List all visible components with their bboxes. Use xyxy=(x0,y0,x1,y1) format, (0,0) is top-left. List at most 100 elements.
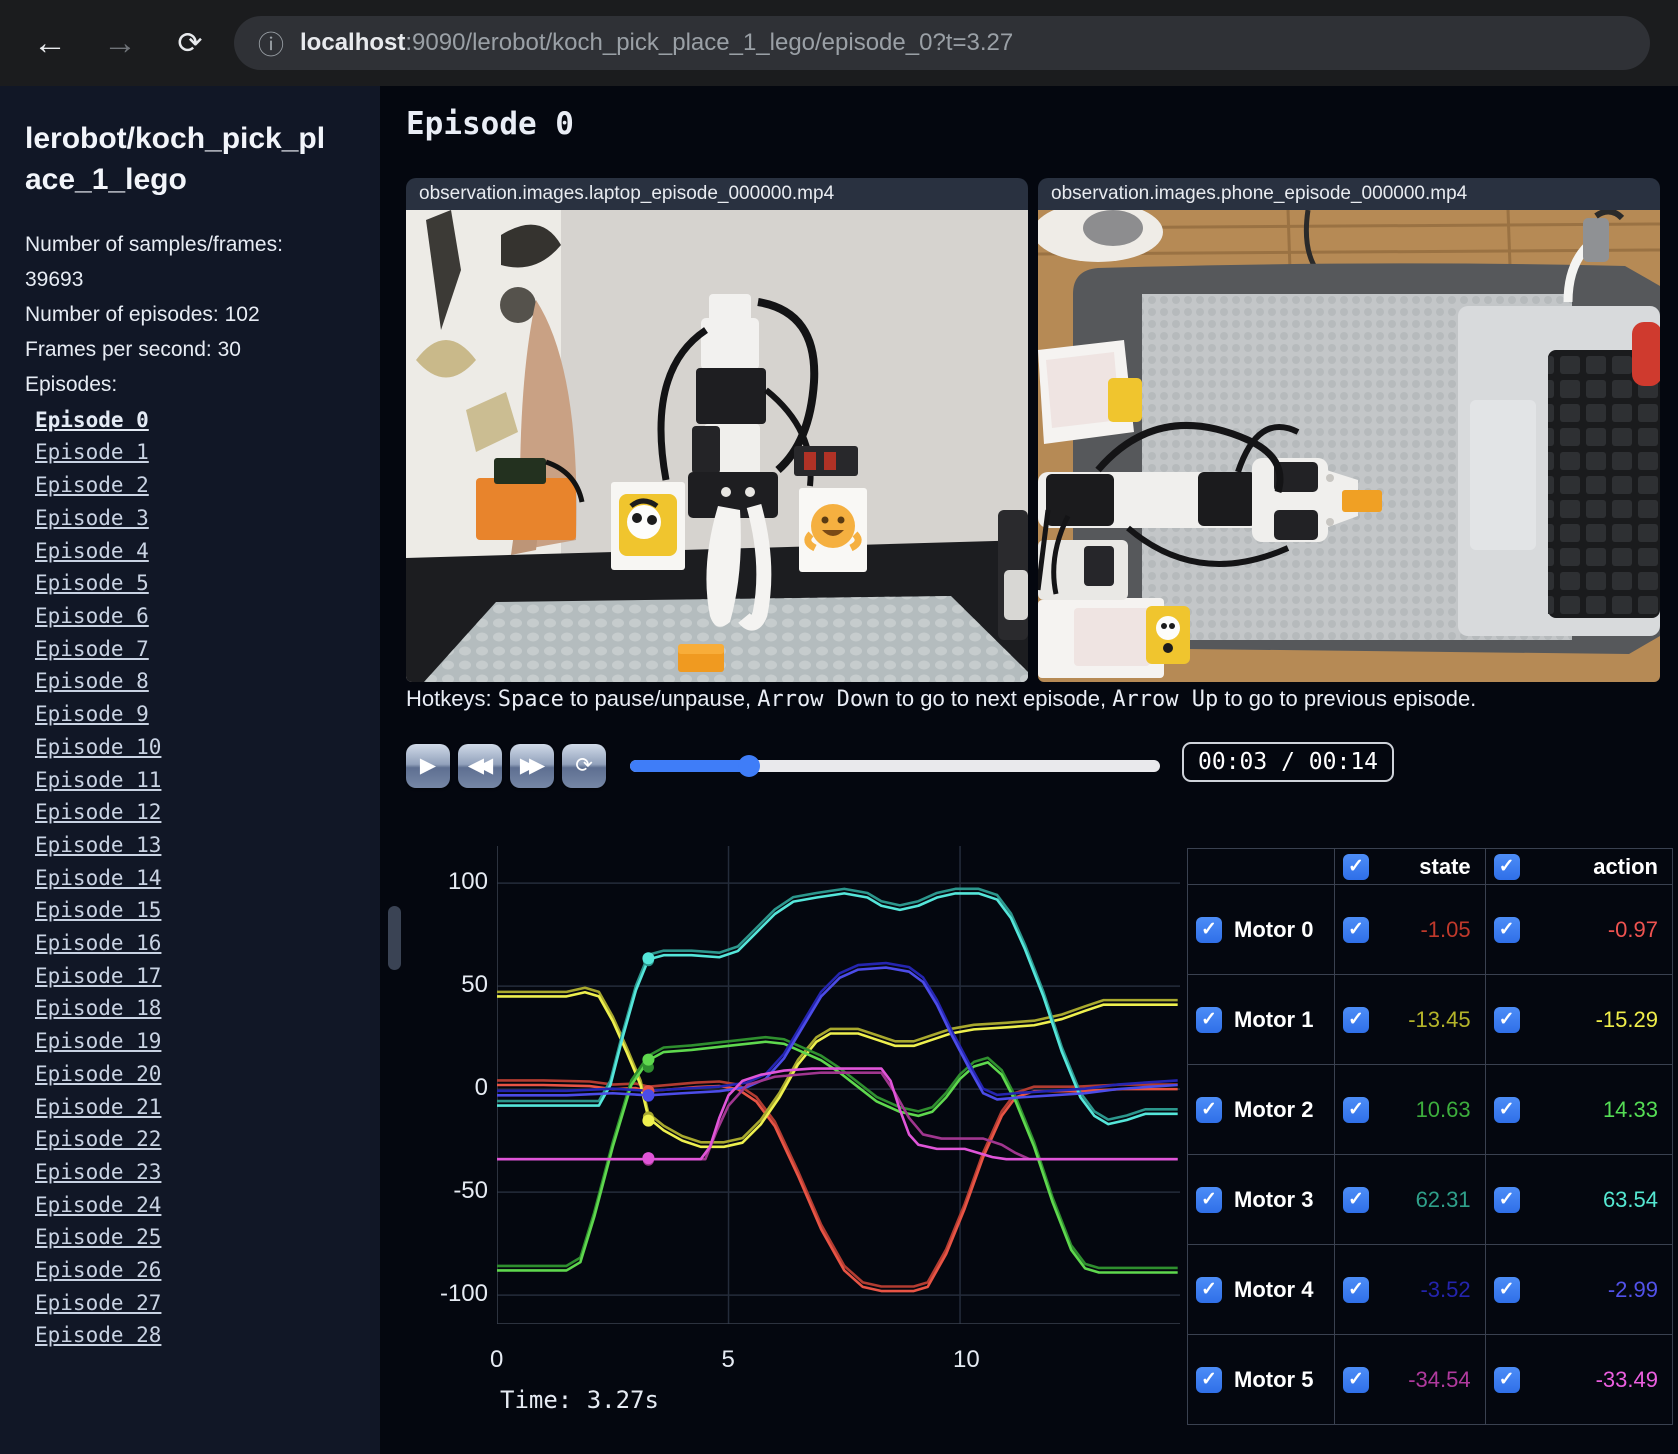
motor-4-checkbox[interactable]: ✓ xyxy=(1196,1276,1222,1303)
motor-1-checkbox[interactable]: ✓ xyxy=(1196,1006,1222,1033)
seek-fill xyxy=(630,760,750,772)
episode-link-0[interactable]: Episode 0 xyxy=(35,404,380,437)
episode-link-4[interactable]: Episode 4 xyxy=(35,535,380,568)
motor-1-action-checkbox[interactable]: ✓ xyxy=(1493,1006,1520,1033)
episode-link-8[interactable]: Episode 8 xyxy=(35,665,380,698)
episode-link-23[interactable]: Episode 23 xyxy=(35,1156,380,1189)
motor-1-state-value: -13.45 xyxy=(1408,1006,1471,1032)
state-header: state xyxy=(1419,853,1471,879)
motor-5-action-checkbox[interactable]: ✓ xyxy=(1493,1366,1520,1393)
motor-2-action-checkbox[interactable]: ✓ xyxy=(1493,1096,1520,1123)
state-column-checkbox[interactable]: ✓ xyxy=(1342,853,1369,880)
y-tick-label: 0 xyxy=(474,1074,488,1102)
hotkey-arrow-down: Arrow Down xyxy=(757,687,890,712)
scrollbar-thumb[interactable] xyxy=(388,906,401,970)
motor-4-action-checkbox[interactable]: ✓ xyxy=(1493,1276,1520,1303)
motor-3-action-value: 63.54 xyxy=(1602,1186,1658,1212)
motor-4-state-value: -3.52 xyxy=(1420,1276,1471,1302)
hotkey-space: Space xyxy=(497,687,564,712)
browser-toolbar: ← → ⟳ ⓘ localhost:9090/lerobot/koch_pick… xyxy=(0,0,1678,86)
episode-link-9[interactable]: Episode 9 xyxy=(35,698,380,731)
episode-link-7[interactable]: Episode 7 xyxy=(35,633,380,666)
hotkeys-help: Hotkeys: Space to pause/unpause, Arrow D… xyxy=(406,686,1477,712)
fast-forward-button[interactable]: ▶▶ xyxy=(510,744,554,788)
chart-plot-area[interactable] xyxy=(497,846,1180,1324)
motor-1-state-checkbox[interactable]: ✓ xyxy=(1342,1006,1369,1033)
episode-link-12[interactable]: Episode 12 xyxy=(35,796,380,829)
x-tick-label: 10 xyxy=(953,1346,980,1373)
rewind-button[interactable]: ◀◀ xyxy=(458,744,502,788)
site-info-icon[interactable]: ⓘ xyxy=(258,25,284,62)
main-content: Episode 0 observation.images.laptop_epis… xyxy=(380,86,1678,1454)
episode-link-21[interactable]: Episode 21 xyxy=(35,1091,380,1124)
motor-2-name: Motor 2 xyxy=(1234,1096,1314,1122)
episode-link-5[interactable]: Episode 5 xyxy=(35,567,380,600)
video-laptop-title: observation.images.laptop_episode_000000… xyxy=(406,178,1028,210)
episode-link-20[interactable]: Episode 20 xyxy=(35,1058,380,1091)
seek-thumb[interactable] xyxy=(738,755,761,777)
episode-link-26[interactable]: Episode 26 xyxy=(35,1254,380,1287)
y-tick-label: 50 xyxy=(461,971,488,999)
back-icon[interactable]: ← xyxy=(30,24,70,63)
motor-3-checkbox[interactable]: ✓ xyxy=(1196,1186,1222,1213)
loop-button[interactable]: ⟳ xyxy=(562,744,606,788)
chart-time-label: Time: 3.27s xyxy=(500,1386,659,1414)
motor-row-4: ✓ Motor 4 ✓ -3.52 ✓ -2.99 xyxy=(1187,1244,1674,1335)
episode-link-14[interactable]: Episode 14 xyxy=(35,862,380,895)
forward-icon[interactable]: → xyxy=(100,24,140,63)
motor-0-state-checkbox[interactable]: ✓ xyxy=(1342,916,1369,943)
action-column-checkbox[interactable]: ✓ xyxy=(1493,853,1520,880)
stat-episodes: Number of episodes: 102 xyxy=(25,302,260,326)
episode-link-13[interactable]: Episode 13 xyxy=(35,829,380,862)
motor-5-name: Motor 5 xyxy=(1234,1366,1314,1392)
motor-3-action-checkbox[interactable]: ✓ xyxy=(1493,1186,1520,1213)
episode-link-22[interactable]: Episode 22 xyxy=(35,1123,380,1156)
episode-link-6[interactable]: Episode 6 xyxy=(35,600,380,633)
url-bar[interactable]: ⓘ localhost:9090/lerobot/koch_pick_place… xyxy=(234,16,1650,70)
episode-link-3[interactable]: Episode 3 xyxy=(35,502,380,535)
motor-2-state-checkbox[interactable]: ✓ xyxy=(1342,1096,1369,1123)
motor-0-action-checkbox[interactable]: ✓ xyxy=(1493,916,1520,943)
motor-5-state-checkbox[interactable]: ✓ xyxy=(1342,1366,1369,1393)
y-tick-label: -100 xyxy=(439,1280,488,1308)
stat-samples: Number of samples/frames: 39693 xyxy=(25,232,283,291)
motor-5-checkbox[interactable]: ✓ xyxy=(1196,1366,1222,1393)
episode-link-17[interactable]: Episode 17 xyxy=(35,960,380,993)
motor-3-state-value: 62.31 xyxy=(1415,1186,1471,1212)
motor-row-2: ✓ Motor 2 ✓ 10.63 ✓ 14.33 xyxy=(1187,1064,1674,1155)
episode-link-28[interactable]: Episode 28 xyxy=(35,1319,380,1352)
episode-link-19[interactable]: Episode 19 xyxy=(35,1025,380,1058)
episode-list: Episode 0 Episode 1 Episode 2 Episode 3 Epis… xyxy=(35,404,380,1352)
y-tick-label: 100 xyxy=(447,868,488,896)
motor-3-state-checkbox[interactable]: ✓ xyxy=(1342,1186,1369,1213)
episode-link-15[interactable]: Episode 15 xyxy=(35,894,380,927)
motor-4-state-checkbox[interactable]: ✓ xyxy=(1342,1276,1369,1303)
episode-link-1[interactable]: Episode 1 xyxy=(35,436,380,469)
episode-link-25[interactable]: Episode 25 xyxy=(35,1221,380,1254)
motors-table: ✓ state ✓ action ✓ Motor 0 ✓ -1.05 ✓ -0.97 ✓ M… xyxy=(1187,848,1674,1425)
dataset-title: lerobot/koch_pick_place_1_lego xyxy=(25,122,326,197)
episode-link-27[interactable]: Episode 27 xyxy=(35,1287,380,1320)
episode-link-11[interactable]: Episode 11 xyxy=(35,764,380,797)
seek-slider[interactable] xyxy=(630,755,1160,777)
episode-link-2[interactable]: Episode 2 xyxy=(35,469,380,502)
motor-4-name: Motor 4 xyxy=(1234,1276,1314,1302)
motor-2-checkbox[interactable]: ✓ xyxy=(1196,1096,1222,1123)
episode-link-10[interactable]: Episode 10 xyxy=(35,731,380,764)
url-text: localhost:9090/lerobot/koch_pick_place_1… xyxy=(300,29,1013,57)
url-path: :9090/lerobot/koch_pick_place_1_lego/epi… xyxy=(405,29,1014,56)
episode-link-24[interactable]: Episode 24 xyxy=(35,1189,380,1222)
reload-icon[interactable]: ⟳ xyxy=(170,26,210,61)
motor-0-name: Motor 0 xyxy=(1234,916,1314,942)
episode-link-16[interactable]: Episode 16 xyxy=(35,927,380,960)
hotkey-arrow-up: Arrow Up xyxy=(1112,687,1219,712)
play-button[interactable]: ▶ xyxy=(406,744,450,788)
fast-forward-icon: ▶▶ xyxy=(519,754,545,777)
rewind-icon: ◀◀ xyxy=(467,754,493,777)
motor-1-action-value: -15.29 xyxy=(1595,1006,1658,1032)
motor-0-action-value: -0.97 xyxy=(1607,916,1658,942)
chart-line-motor-0-action xyxy=(497,1083,1178,1293)
episode-link-18[interactable]: Episode 18 xyxy=(35,992,380,1025)
motor-chart[interactable]: Time: 3.27s 100 50 0 -50 -100 0 5 10 xyxy=(380,830,1187,1454)
motor-0-checkbox[interactable]: ✓ xyxy=(1196,916,1222,943)
